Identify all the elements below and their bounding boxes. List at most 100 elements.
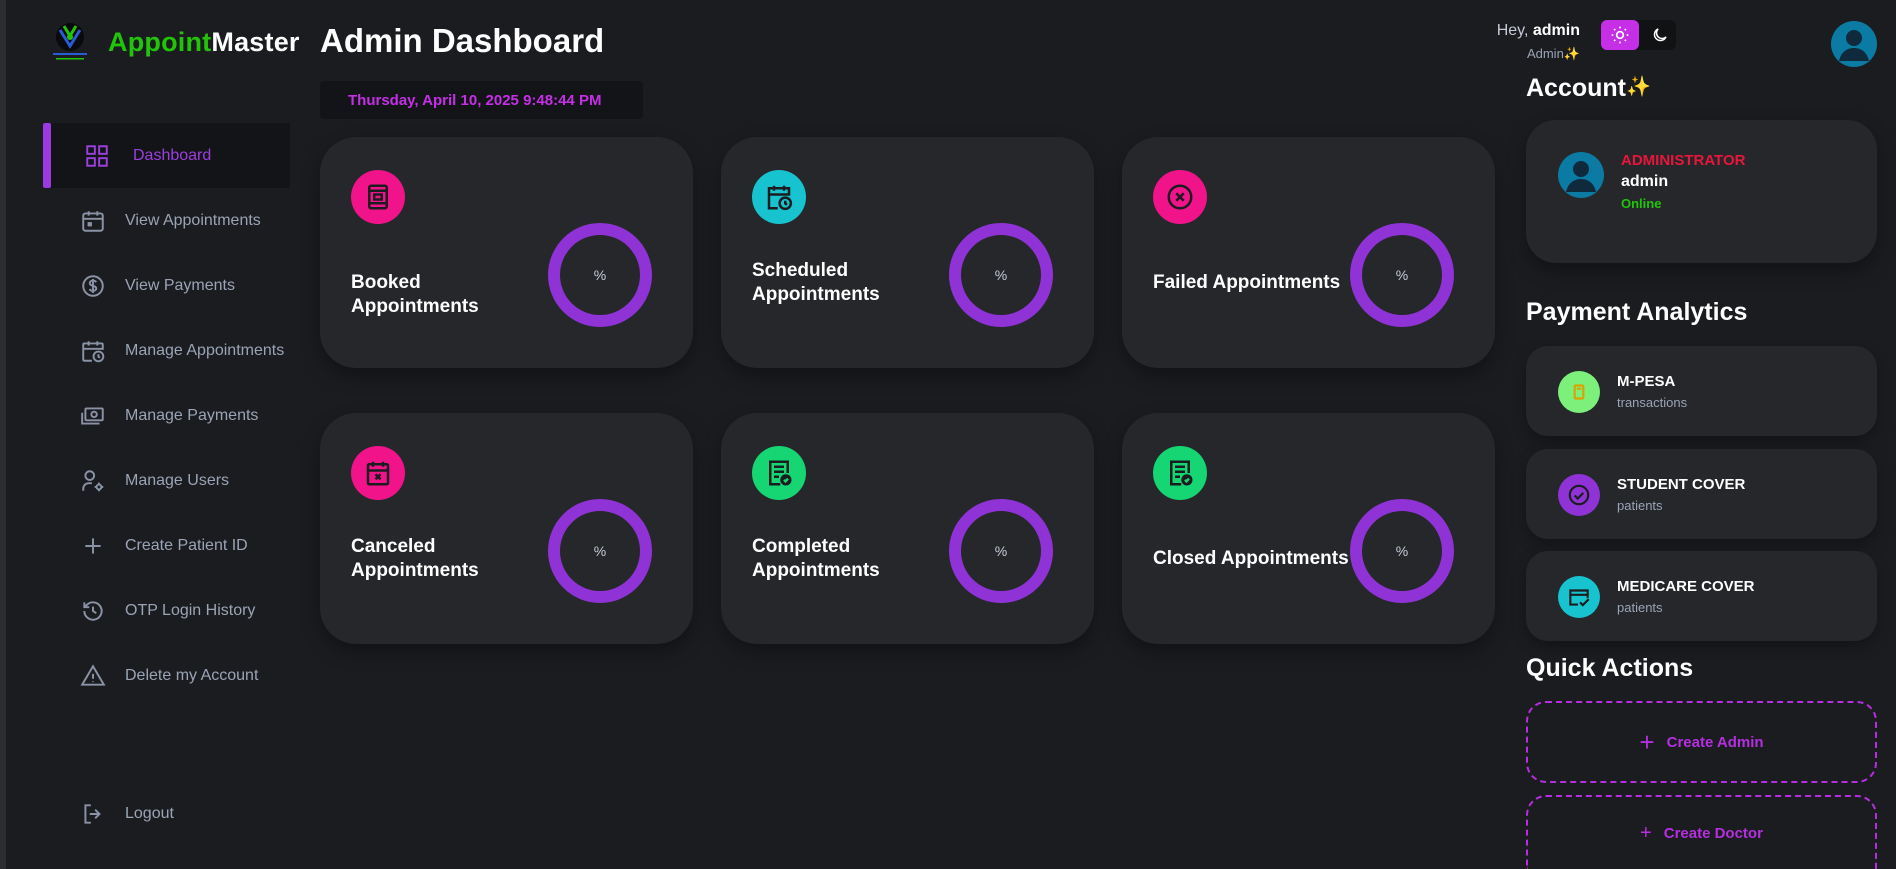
progress-ring: % [1350, 499, 1454, 603]
card-check-icon [1558, 576, 1600, 618]
quick-actions-title: Quick Actions [1526, 654, 1694, 682]
plus-icon [79, 532, 107, 560]
plus-icon: + [1640, 821, 1652, 844]
greeting-prefix: Hey, [1496, 22, 1529, 39]
progress-ring: % [548, 499, 652, 603]
mpesa-icon [1558, 371, 1600, 413]
status-badge: Online [1621, 196, 1662, 211]
logout-icon [79, 800, 107, 828]
sidebar-item-view-payments[interactable]: View Payments [43, 253, 290, 318]
progress-ring: % [949, 499, 1053, 603]
percent-label: % [1395, 267, 1409, 283]
sidebar-nav: Dashboard View Appointments View Payment… [43, 123, 290, 708]
progress-ring: % [1350, 223, 1454, 327]
stat-card-canceled[interactable]: Canceled Appointments % [320, 413, 693, 644]
sidebar-item-otp-login-history[interactable]: OTP Login History [43, 578, 290, 643]
stat-card-booked[interactable]: Booked Appointments % [320, 137, 693, 368]
sidebar-item-label: Manage Appointments [125, 341, 285, 359]
payment-item-mpesa[interactable]: M-PESA transactions [1526, 346, 1877, 436]
sidebar-item-label: Manage Payments [125, 406, 259, 424]
payment-item-medicare-cover[interactable]: MEDICARE COVER patients [1526, 551, 1877, 641]
card-label: Canceled Appointments [351, 536, 479, 581]
sidebar-item-label: Manage Users [125, 471, 230, 489]
calendar-clock-icon [79, 337, 107, 365]
card-label: Completed Appointments [752, 536, 880, 581]
percent-label: % [593, 543, 607, 559]
sidebar-item-view-appointments[interactable]: View Appointments [43, 188, 290, 253]
user-gear-icon [79, 467, 107, 495]
document-check-icon [752, 446, 806, 500]
warning-icon [79, 662, 107, 690]
check-circle-icon [1558, 474, 1600, 516]
logout-label: Logout [125, 804, 174, 822]
plus-icon: + [1639, 726, 1655, 757]
sparkle-icon: ✨ [1626, 76, 1651, 98]
calendar-x-icon [351, 446, 405, 500]
account-card: ADMINISTRATOR admin Online [1526, 120, 1877, 263]
create-doctor-button[interactable]: + Create Doctor [1526, 795, 1877, 869]
brand[interactable]: AppointMaster [46, 18, 300, 66]
brand-logo-icon [53, 23, 87, 60]
payment-sub: patients [1617, 600, 1663, 615]
document-check-icon [1153, 446, 1207, 500]
sidebar-item-create-patient-id[interactable]: Create Patient ID [43, 513, 290, 578]
card-label: Closed Appointments [1153, 548, 1349, 569]
progress-ring: % [548, 223, 652, 327]
progress-ring: % [949, 223, 1053, 327]
percent-label: % [593, 267, 607, 283]
payment-item-student-cover[interactable]: STUDENT COVER patients [1526, 449, 1877, 539]
card-label: Failed Appointments [1153, 272, 1341, 293]
sidebar-item-label: Create Patient ID [125, 536, 248, 554]
calendar-icon [79, 207, 107, 235]
percent-label: % [1395, 543, 1409, 559]
sun-icon [1611, 26, 1629, 44]
create-admin-button[interactable]: + Create Admin [1526, 701, 1877, 783]
card-label: Scheduled Appointments [752, 260, 880, 305]
dollar-circle-icon [79, 272, 107, 300]
payment-name: STUDENT COVER [1617, 476, 1746, 493]
sidebar-item-label: Delete my Account [125, 666, 259, 684]
user-avatar-icon [1566, 161, 1596, 192]
stat-card-completed[interactable]: Completed Appointments % [721, 413, 1094, 644]
greeting-username: admin [1532, 22, 1580, 39]
avatar [1558, 152, 1604, 198]
card-label: Booked Appointments [351, 272, 479, 317]
theme-toggle [1601, 20, 1676, 50]
logout-button[interactable]: Logout [43, 781, 290, 846]
stat-card-scheduled[interactable]: Scheduled Appointments % [721, 137, 1094, 368]
create-doctor-label: Create Doctor [1663, 824, 1763, 842]
percent-label: % [994, 267, 1008, 283]
current-datetime: Thursday, April 10, 2025 9:48:44 PM [320, 81, 643, 119]
calendar-clock-icon [752, 170, 806, 224]
sidebar-item-label: OTP Login History [125, 601, 256, 619]
create-admin-label: Create Admin [1666, 733, 1764, 751]
sidebar-item-label: Dashboard [133, 146, 212, 164]
sidebar-item-manage-payments[interactable]: Manage Payments [43, 383, 290, 448]
account-role: ADMINISTRATOR [1621, 152, 1746, 169]
account-title-text: Account [1526, 74, 1626, 102]
stat-card-failed[interactable]: Failed Appointments % [1122, 137, 1495, 368]
sidebar-item-label: View Payments [125, 276, 235, 294]
sidebar-item-dashboard[interactable]: Dashboard [43, 123, 290, 188]
booked-icon [351, 170, 405, 224]
sidebar-item-delete-account[interactable]: Delete my Account [43, 643, 290, 708]
sidebar-item-manage-users[interactable]: Manage Users [43, 448, 290, 513]
moon-icon [1653, 28, 1667, 42]
brand-name-part2: Master [211, 26, 300, 57]
stat-card-closed[interactable]: Closed Appointments % [1122, 413, 1495, 644]
account-title: Account✨ [1526, 74, 1651, 103]
avatar[interactable] [1831, 21, 1877, 67]
page-title: Admin Dashboard [320, 22, 605, 59]
user-avatar-icon [1839, 30, 1869, 61]
user-greeting: Hey, admin Admin✨ [1497, 22, 1580, 62]
payment-name: MEDICARE COVER [1617, 578, 1755, 595]
sidebar-item-manage-appointments[interactable]: Manage Appointments [43, 318, 290, 383]
history-icon [79, 597, 107, 625]
account-name: admin [1621, 173, 1669, 190]
x-circle-icon [1153, 170, 1207, 224]
greeting-role: Admin✨ [1526, 46, 1580, 61]
brand-name-part1: Appoint [108, 26, 212, 57]
light-mode-button[interactable] [1601, 20, 1639, 50]
dark-mode-button[interactable] [1643, 20, 1676, 50]
cash-icon [79, 402, 107, 430]
